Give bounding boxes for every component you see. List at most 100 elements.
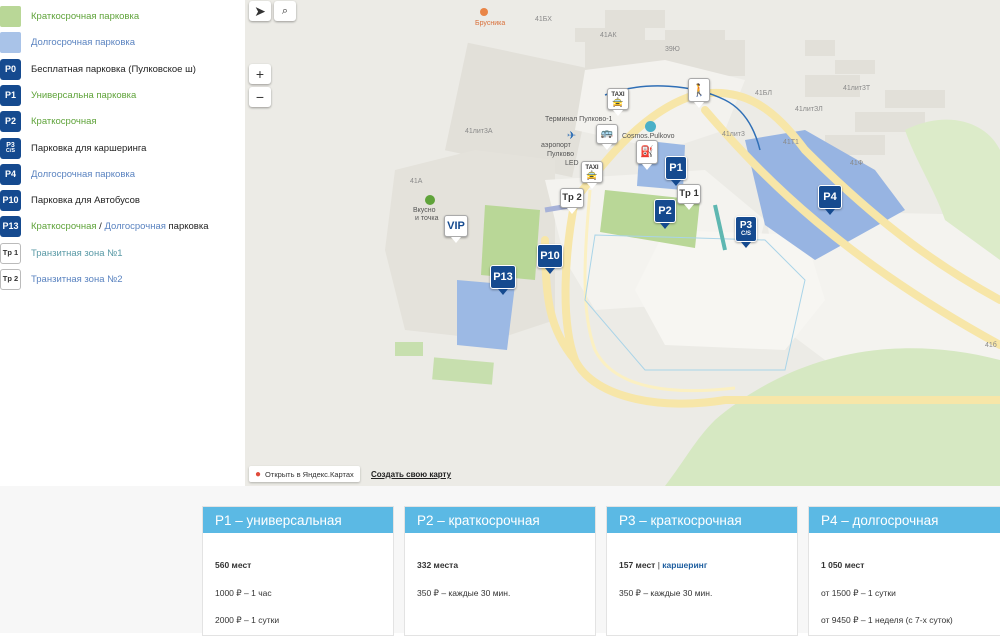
map-canvas [385, 10, 1000, 486]
card-price: 2000 ₽ – 1 сутки [215, 615, 280, 625]
p3-badge: P3 C/S [0, 137, 21, 159]
card-price: 1000 ₽ – 1 час [215, 588, 272, 598]
airport-map[interactable]: ➤ ⌕ + − Брусника 41БХ 41АК 39Ю 41БЛ 41ли… [245, 0, 1000, 486]
card-title: P1 – универсальная [203, 507, 393, 533]
pin-p3[interactable]: P3 C/S [735, 216, 757, 248]
open-in-yandex-link[interactable]: ● Открыть в Яндекс.Картах [249, 466, 360, 482]
legend-label: Бесплатная парковка (Пулковское ш) [31, 63, 196, 75]
short-term-swatch [0, 5, 21, 27]
legend-item-p2: P2 Краткосрочная [0, 109, 245, 133]
restaurant-poi-icon[interactable] [480, 8, 488, 16]
tp1-badge: Tp 1 [0, 242, 21, 264]
p3-badge-sub: C/S [5, 147, 16, 154]
legend-label: Долгосрочная парковка [31, 168, 136, 180]
pedestrian-pin[interactable]: 🚶 [688, 78, 710, 108]
legend-label-long: Долгосрочная [104, 220, 166, 232]
open-in-yandex-label: Открыть в Яндекс.Картах [265, 469, 354, 479]
parking-cards: P1 – универсальная 560 мест 1000 ₽ – 1 ч… [0, 486, 1000, 636]
pin-tp2[interactable]: Tp 2 [560, 188, 584, 214]
locate-button[interactable]: ➤ [249, 1, 271, 21]
car-icon: 🚖 [612, 96, 624, 107]
legend-label: Транзитная зона №2 [31, 273, 123, 285]
pedestrian-icon: 🚶 [691, 83, 707, 97]
building-label: 41БЛ [755, 90, 772, 97]
legend-item-short-term: Краткосрочная парковка [0, 4, 245, 28]
bus-pin[interactable]: 🚌 [596, 124, 618, 150]
building-label: 41Т1 [783, 139, 799, 146]
legend-item-tp1: Tp 1 Транзитная зона №1 [0, 241, 245, 265]
pin-p13[interactable]: P13 [490, 265, 516, 295]
building-label: 39Ю [665, 46, 680, 53]
legend-label: Транзитная зона №1 [31, 247, 123, 259]
card-p2: P2 – краткосрочная 332 места 350 ₽ – каж… [404, 506, 596, 636]
card-capacity-value: 157 мест [619, 560, 656, 570]
p10-badge: P10 [0, 189, 21, 211]
map-search-button[interactable]: ⌕ [274, 1, 296, 21]
building-label: 41лит3Т [843, 85, 871, 92]
carsharing-link[interactable]: каршеринг [662, 560, 707, 570]
pin-p10[interactable]: P10 [537, 244, 563, 274]
card-price: от 1500 ₽ – 1 сутки [821, 588, 896, 598]
pin-tp1[interactable]: Tp 1 [677, 184, 701, 210]
building-label: 41лит3 [722, 131, 745, 138]
pin-p1[interactable]: P1 [665, 156, 687, 186]
pulkovo-label: Пулково [547, 151, 575, 158]
card-capacity: 332 места [417, 560, 459, 570]
taxi-pin-2[interactable]: TAXI 🚖 [581, 161, 603, 189]
legend-label: Краткосрочная [31, 115, 97, 127]
vkusno-label: Вкусно [413, 207, 436, 214]
vkusno-poi-icon[interactable] [425, 195, 435, 205]
airport-label: аэропорт [541, 142, 571, 149]
legend-item-p0: P0 Бесплатная парковка (Пулковское ш) [0, 57, 245, 81]
pin-p2[interactable]: P2 [654, 199, 676, 229]
pin-p4[interactable]: P4 [818, 185, 842, 215]
legend-item-p13: P13 Краткосрочная / Долгосрочная парковк… [0, 214, 245, 238]
pin-p3-main: P3 [739, 220, 753, 231]
taxi-pin[interactable]: TAXI 🚖 [607, 88, 629, 116]
building-label: 41лит3А [465, 128, 493, 135]
legend-item-long-term: Долгосрочная парковка [0, 30, 245, 54]
pin-vip[interactable]: VIP [444, 215, 468, 243]
legend-label: Универсальна парковка [31, 89, 137, 101]
building-label: 41литЗЛ [795, 106, 823, 113]
building-label: 41БХ [535, 16, 552, 23]
led-label: LED [565, 160, 579, 167]
card-p1: P1 – универсальная 560 мест 1000 ₽ – 1 ч… [202, 506, 394, 636]
building-label: 41б [985, 342, 997, 349]
legend-label: Краткосрочная парковка [31, 10, 140, 22]
poi-brusnika: Брусника [475, 20, 506, 27]
tp2-badge: Tp 2 [0, 268, 21, 290]
card-title: P3 – краткосрочная [607, 507, 797, 533]
legend-item-p10: P10 Парковка для Автобусов [0, 188, 245, 212]
legend-label: Краткосрочная / Долгосрочная парковка [31, 221, 208, 232]
card-capacity: 1 050 мест [821, 560, 865, 570]
pin-p3-sub: C/S [740, 231, 751, 237]
card-price: 350 ₽ – каждые 30 мин. [417, 588, 511, 598]
legend-label-short: Краткосрочная [31, 220, 97, 232]
zoom-out-button[interactable]: − [249, 87, 271, 107]
search-icon: ⌕ [281, 4, 289, 17]
card-p3: P3 – краткосрочная 157 мест | каршеринг … [606, 506, 798, 636]
legend-item-p4: P4 Долгосрочная парковка [0, 162, 245, 186]
p13-badge: P13 [0, 215, 21, 237]
plane-icon: ✈ [567, 130, 577, 142]
card-title: P2 – краткосрочная [405, 507, 595, 533]
bus-icon: 🚌 [600, 128, 614, 139]
building-label: 41А [410, 178, 423, 185]
vkusno-label-2: и точка [415, 215, 439, 222]
ev-charging-pin[interactable]: ⛽ [636, 140, 658, 170]
building-label: 41АК [600, 32, 617, 39]
zoom-in-button[interactable]: + [249, 64, 271, 84]
legend-label-suffix: парковка [165, 220, 209, 232]
legend-label: Парковка для каршеринга [31, 142, 147, 154]
building-label: 41Ф [850, 160, 864, 167]
p2-badge: P2 [0, 110, 21, 132]
arrow-icon: ➤ [254, 2, 266, 19]
legend-item-tp2: Tp 2 Транзитная зона №2 [0, 267, 245, 291]
cosmos-label: Cosmos.Pulkovo [622, 133, 675, 140]
cosmos-hotel-icon[interactable] [645, 121, 656, 132]
location-pin-icon: ● [255, 468, 262, 480]
create-map-link[interactable]: Создать свою карту [371, 470, 451, 479]
p1-badge: P1 [0, 84, 21, 106]
legend-item-p1: P1 Универсальна парковка [0, 83, 245, 107]
